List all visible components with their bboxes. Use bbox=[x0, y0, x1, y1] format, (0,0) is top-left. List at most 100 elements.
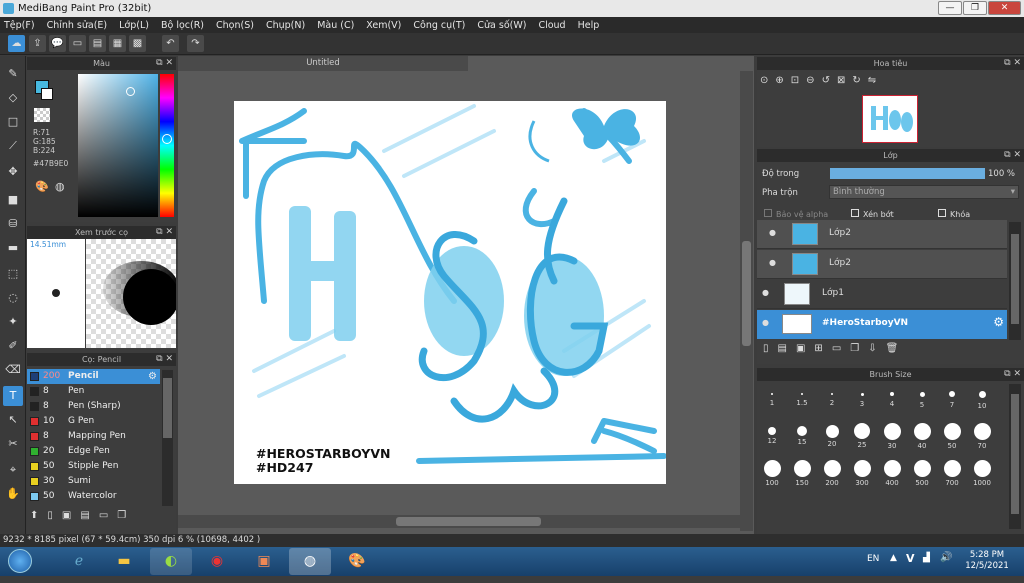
close-button[interactable]: ✕ bbox=[988, 1, 1021, 15]
brush-size-option[interactable]: 25 bbox=[849, 421, 875, 449]
brush-size-option[interactable]: 30 bbox=[879, 421, 905, 450]
brush-size-option[interactable]: 200 bbox=[819, 458, 845, 487]
brush-size-option[interactable]: 10 bbox=[969, 384, 995, 410]
medibang-taskbar-icon[interactable]: ◍ bbox=[289, 548, 331, 575]
brush-item[interactable]: 20 Edge Pen bbox=[27, 444, 160, 459]
panel-close-icon[interactable]: ⧉ ✕ bbox=[156, 353, 173, 366]
brush-size-option[interactable]: 150 bbox=[789, 458, 815, 487]
layer-row[interactable]: ● Lớp2 bbox=[757, 220, 1007, 249]
rectangle-tool-icon[interactable]: □ bbox=[3, 112, 23, 132]
brush-item[interactable]: 8 Pen (Sharp) bbox=[27, 399, 160, 414]
zoom-in-icon[interactable]: ⊕ bbox=[775, 75, 790, 86]
menu-help[interactable]: Help bbox=[578, 20, 600, 31]
brush-size-option[interactable]: 7 bbox=[939, 384, 965, 409]
brush-size-option[interactable]: 400 bbox=[879, 458, 905, 487]
menu-snap[interactable]: Chụp(N) bbox=[266, 20, 305, 31]
layer-row[interactable]: ● Lớp2 bbox=[757, 250, 1007, 279]
color-set-icon[interactable]: ◍ bbox=[55, 180, 65, 193]
select-pen-icon[interactable]: ✐ bbox=[3, 336, 23, 356]
hue-slider[interactable] bbox=[160, 74, 174, 217]
navigator-thumbnail[interactable] bbox=[862, 95, 918, 143]
clipping-option[interactable]: Xén bớt bbox=[851, 209, 894, 219]
menu-tools[interactable]: Công cụ(T) bbox=[413, 20, 465, 31]
background-color-swatch[interactable] bbox=[41, 88, 53, 100]
chat-icon[interactable]: ▭ bbox=[69, 35, 86, 52]
brush-new-icon[interactable]: ▯ bbox=[47, 510, 62, 521]
canvas-paper[interactable]: #HEROSTARBOYVN #HD247 bbox=[234, 101, 666, 484]
brush-item[interactable]: 200 Pencil ⚙ bbox=[27, 369, 160, 384]
gradient-tool-icon[interactable]: ▬ bbox=[3, 238, 23, 258]
folder-icon[interactable]: ▭ bbox=[99, 510, 117, 521]
menu-select[interactable]: Chọn(S) bbox=[216, 20, 254, 31]
color-picker-cursor[interactable] bbox=[126, 87, 135, 96]
fill-rect-tool-icon[interactable]: ■ bbox=[3, 190, 23, 210]
brush-size-option[interactable]: 700 bbox=[939, 458, 965, 487]
canvas-horizontal-scrollbar[interactable] bbox=[178, 515, 740, 528]
new-halftone-layer-icon[interactable]: ▤ bbox=[778, 343, 796, 354]
scroll-thumb[interactable] bbox=[1011, 394, 1019, 514]
menu-color[interactable]: Màu (C) bbox=[317, 20, 354, 31]
upload-icon[interactable]: ⇪ bbox=[29, 35, 46, 52]
text-tool-icon[interactable]: T bbox=[3, 386, 23, 406]
protect-alpha-checkbox[interactable] bbox=[764, 209, 772, 217]
menu-filter[interactable]: Bộ lọc(R) bbox=[161, 20, 204, 31]
eraser-tool-icon[interactable]: ◇ bbox=[3, 88, 23, 108]
grid-icon[interactable]: ▩ bbox=[129, 35, 146, 52]
brush-size-option[interactable]: 5 bbox=[909, 384, 935, 409]
eye-icon[interactable]: ● bbox=[762, 288, 769, 297]
chrome-icon[interactable]: ◉ bbox=[196, 548, 238, 575]
brush-edit-icon[interactable]: ▤ bbox=[80, 510, 98, 521]
scroll-thumb[interactable] bbox=[1011, 234, 1019, 324]
vpn-icon[interactable]: V bbox=[906, 552, 915, 565]
panel-close-icon[interactable]: ⧉ ✕ bbox=[156, 226, 173, 239]
lock-option[interactable]: Khóa bbox=[938, 209, 970, 219]
document-tab[interactable]: Untitled bbox=[178, 56, 468, 71]
eye-icon[interactable]: ● bbox=[769, 228, 776, 237]
brush-size-option[interactable]: 500 bbox=[909, 458, 935, 487]
brush-size-option[interactable]: 300 bbox=[849, 458, 875, 487]
comment-icon[interactable]: 💬 bbox=[49, 35, 66, 52]
canvas-vertical-scrollbar[interactable] bbox=[740, 71, 753, 531]
menu-cloud[interactable]: Cloud bbox=[538, 20, 565, 31]
tray-chevron-icon[interactable]: ▲ bbox=[890, 553, 897, 563]
language-indicator[interactable]: EN bbox=[867, 554, 879, 564]
fit-window-icon[interactable]: ⊡ bbox=[791, 75, 806, 86]
hue-slider-handle[interactable] bbox=[162, 134, 172, 144]
brush-size-option[interactable]: 40 bbox=[909, 421, 935, 450]
layer-list-scrollbar[interactable] bbox=[1009, 222, 1021, 340]
layer-row-selected[interactable]: ● #HeroStarboyVN ⚙ bbox=[757, 310, 1007, 339]
menu-edit[interactable]: Chỉnh sửa(E) bbox=[47, 20, 108, 31]
move-tool-icon[interactable]: ✥ bbox=[3, 162, 23, 182]
palette-icon[interactable]: 🎨 bbox=[35, 180, 49, 193]
brush-add-icon[interactable]: ⬆ bbox=[30, 510, 47, 521]
reset-view-icon[interactable]: ⊠ bbox=[837, 75, 852, 86]
opacity-slider[interactable] bbox=[830, 168, 985, 179]
undo-icon[interactable]: ↶ bbox=[162, 35, 179, 52]
scroll-thumb[interactable] bbox=[396, 517, 541, 526]
brush-item[interactable]: 50 Stipple Pen bbox=[27, 459, 160, 474]
zoom-fit-icon[interactable]: ⊙ bbox=[760, 75, 775, 86]
eye-icon[interactable]: ● bbox=[762, 318, 769, 327]
volume-icon[interactable]: 🔊 bbox=[940, 552, 952, 563]
brush-size-option[interactable]: 20 bbox=[819, 421, 845, 448]
brush-item[interactable]: 10 G Pen bbox=[27, 414, 160, 429]
saturation-value-picker[interactable] bbox=[78, 74, 158, 217]
brush-duplicate-icon[interactable]: ❐ bbox=[117, 510, 135, 521]
cloud-icon[interactable]: ☁ bbox=[8, 35, 25, 52]
folder-icon[interactable]: ▭ bbox=[832, 343, 850, 354]
rotate-left-icon[interactable]: ↺ bbox=[822, 75, 837, 86]
scroll-thumb[interactable] bbox=[742, 241, 751, 346]
brush-copy-icon[interactable]: ▣ bbox=[62, 510, 80, 521]
pages-icon[interactable]: ▦ bbox=[109, 35, 126, 52]
brush-size-option[interactable]: 15 bbox=[789, 421, 815, 446]
paint-icon[interactable]: 🎨 bbox=[336, 548, 378, 575]
line-tool-icon[interactable]: ⟋ bbox=[3, 136, 23, 156]
redo-icon[interactable]: ↷ bbox=[187, 35, 204, 52]
menu-view[interactable]: Xem(V) bbox=[366, 20, 401, 31]
brush-size-option[interactable]: 50 bbox=[939, 421, 965, 450]
rotate-right-icon[interactable]: ↻ bbox=[852, 75, 867, 86]
add-layer-menu-icon[interactable]: ⊞ bbox=[814, 343, 831, 354]
clipping-checkbox[interactable] bbox=[851, 209, 859, 217]
blend-mode-select[interactable]: Bình thường ▾ bbox=[829, 185, 1019, 199]
hand-tool-icon[interactable]: ✋ bbox=[3, 484, 23, 504]
